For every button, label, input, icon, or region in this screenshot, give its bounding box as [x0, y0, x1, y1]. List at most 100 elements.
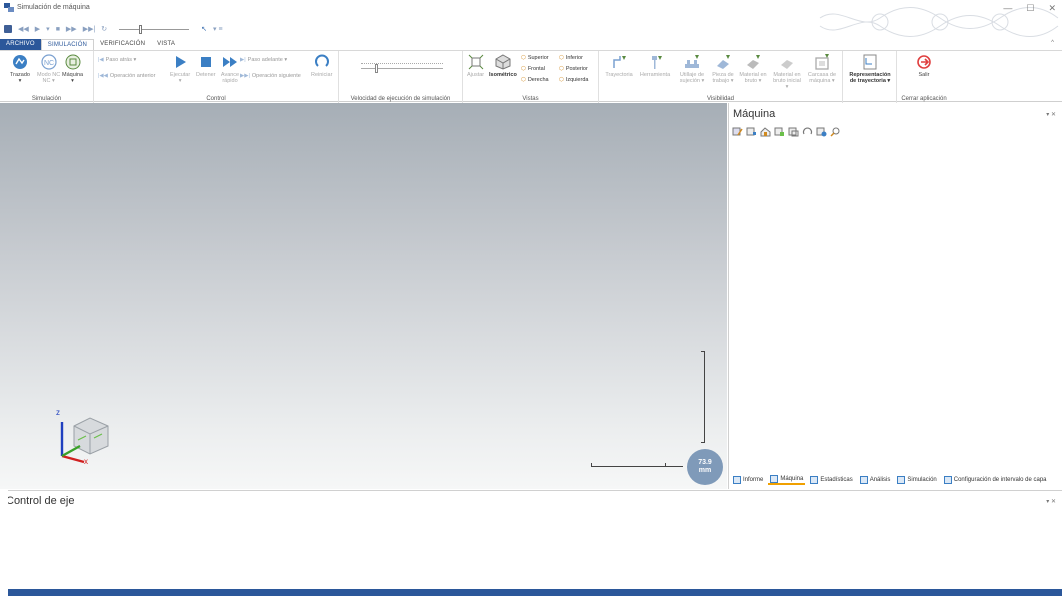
edit-machine-icon[interactable]	[732, 126, 743, 137]
tab-verificacion[interactable]: VERIFICACIÓN	[94, 39, 151, 50]
step-forward-icon: ▶|	[240, 57, 246, 63]
utillaje-button[interactable]: Utillaje de sujeción ▾	[677, 54, 707, 84]
axis-x-label: x	[84, 457, 88, 466]
tab-simulacion-panel[interactable]: Simulación	[895, 475, 938, 485]
carcasa-button[interactable]: Carcasa de máquina ▾	[807, 54, 837, 84]
modo-nc-button[interactable]: NC Modo NC NC ▾	[37, 54, 60, 84]
step-forward-icon[interactable]: ▶▶|	[83, 25, 96, 33]
status-bar	[8, 589, 1062, 596]
properties-icon[interactable]	[816, 126, 827, 137]
tab-estadisticas[interactable]: Estadísticas	[808, 475, 854, 485]
material-bruto-button[interactable]: Material en bruto ▾	[739, 54, 767, 84]
slider-thumb[interactable]	[375, 64, 379, 73]
derecha-button[interactable]: ⬡ Derecha	[521, 77, 549, 83]
operacion-siguiente-button[interactable]: ▶▶| Operación siguiente	[240, 73, 301, 79]
cursor-icon[interactable]: ↖	[201, 25, 207, 33]
salir-button[interactable]: Salir	[909, 54, 939, 78]
copy-component-icon[interactable]	[788, 126, 799, 137]
pieza-button[interactable]: Pieza de trabajo ▾	[709, 54, 737, 84]
stock-icon	[747, 55, 760, 69]
cube-front-icon: ⬡	[521, 66, 526, 72]
cube-back-icon: ⬡	[559, 66, 564, 72]
scale-value: 73.9	[698, 459, 712, 466]
cube-bottom-icon: ⬡	[559, 55, 564, 61]
slider-thumb[interactable]	[139, 24, 143, 34]
machine-tree-icon[interactable]	[760, 126, 771, 137]
ejecutar-button[interactable]: Ejecutar ▾	[170, 54, 190, 84]
tab-informe[interactable]: Informe	[731, 475, 765, 485]
close-button[interactable]: ✕	[1048, 3, 1056, 14]
left-edge	[0, 489, 8, 596]
tab-vista[interactable]: VISTA	[151, 39, 181, 50]
simulation-viewport[interactable]: z x	[0, 103, 727, 489]
avance-rapido-button[interactable]: Avance rápido	[219, 54, 241, 84]
nc-mode-icon: NC	[41, 54, 57, 70]
fast-forward-icon[interactable]: ▶▶	[66, 25, 77, 33]
initial-stock-icon	[781, 60, 793, 69]
group-cerrar: Salir Cerrar aplicación	[897, 51, 951, 103]
rotate-icon[interactable]	[802, 126, 813, 137]
detener-button[interactable]: Detener	[196, 54, 216, 78]
scale-unit: mm	[698, 467, 712, 474]
ribbon-collapse-button[interactable]: ^	[1051, 40, 1054, 46]
component-icon[interactable]	[746, 126, 757, 137]
qat-dropdown[interactable]: ▾ ≡	[213, 25, 223, 33]
panel-controls[interactable]: ▾ ✕	[1046, 111, 1056, 118]
frontal-button[interactable]: ⬡ Frontal	[521, 66, 545, 72]
isometrico-button[interactable]: Isométrico	[489, 54, 517, 78]
group-control: |◀ Paso atrás ▾ |◀◀ Operación anterior Eje…	[94, 51, 339, 103]
izquierda-button[interactable]: ⬡ Izquierda	[559, 77, 588, 83]
cube-top-icon: ⬡	[521, 55, 526, 61]
machine-housing-icon	[815, 54, 829, 70]
maximize-button[interactable]: ☐	[1026, 3, 1034, 14]
operacion-anterior-button[interactable]: |◀◀ Operación anterior	[98, 73, 155, 79]
maquina-button[interactable]: Máquina ▾	[62, 54, 83, 84]
next-op-icon: ▶▶|	[240, 73, 250, 79]
material-bruto-inicial-button[interactable]: Material en bruto inicial ▾	[771, 54, 803, 90]
tab-maquina[interactable]: Máquina	[768, 475, 806, 485]
reiniciar-button[interactable]: Reiniciar	[311, 54, 332, 78]
search-machine-icon[interactable]	[830, 126, 841, 137]
panel-controls[interactable]: ▾ ✕	[1046, 498, 1056, 505]
trazado-button[interactable]: Trazado ▾	[10, 54, 30, 84]
workpiece-icon	[717, 55, 730, 69]
minimize-button[interactable]: —	[1003, 3, 1012, 14]
svg-text:NC: NC	[44, 60, 54, 67]
stop-icon	[200, 57, 211, 67]
cube-right-icon: ⬡	[521, 77, 526, 83]
panel-title: Control de eje	[6, 495, 75, 507]
herramienta-button[interactable]: Herramienta	[640, 54, 670, 78]
tab-simulacion[interactable]: SIMULACIÓN	[40, 39, 95, 50]
representacion-button[interactable]: Representación de trayectoria ▾	[847, 54, 893, 84]
app-logo-icon	[4, 3, 14, 12]
group-simulacion: Trazado ▾ NC Modo NC NC ▾ Máquina ▾ Simu…	[0, 51, 94, 103]
panel-title: Máquina	[733, 108, 776, 120]
posterior-button[interactable]: ⬡ Posterior	[559, 66, 588, 72]
velocidad-slider[interactable]	[361, 61, 443, 75]
toolpath-icon	[613, 56, 626, 68]
save-icon[interactable]	[4, 25, 12, 33]
tab-analisis[interactable]: Análisis	[858, 475, 893, 485]
ajustar-button[interactable]: Ajustar	[467, 54, 484, 78]
slider-ticks	[361, 63, 443, 66]
play-icon[interactable]: ▶	[35, 25, 40, 33]
superior-button[interactable]: ⬡ Superior	[521, 55, 549, 61]
tool-icon	[652, 56, 662, 69]
reset-icon[interactable]: ↻	[101, 25, 107, 33]
paso-adelante-button[interactable]: ▶| Paso adelante ▾	[240, 57, 287, 63]
add-component-icon[interactable]	[774, 126, 785, 137]
stop-icon[interactable]: ■	[56, 26, 60, 33]
reset-icon	[314, 54, 329, 67]
axis-z-label: z	[56, 408, 60, 417]
trayectoria-button[interactable]: Trayectoria	[605, 54, 633, 78]
tab-configuracion-capa[interactable]: Configuración de intervalo de capa	[942, 475, 1049, 485]
path-display-icon	[863, 54, 877, 70]
tab-archivo[interactable]: ARCHIVO	[0, 39, 41, 50]
paso-atras-button[interactable]: |◀ Paso atrás ▾	[98, 57, 136, 63]
speed-slider[interactable]	[119, 24, 190, 34]
rewind-icon[interactable]: ◀◀	[18, 25, 29, 33]
dropdown-icon[interactable]: ▾	[46, 25, 50, 33]
vertical-scale-bar	[701, 351, 705, 443]
trace-icon	[12, 55, 27, 69]
inferior-button[interactable]: ⬡ Inferior	[559, 55, 583, 61]
